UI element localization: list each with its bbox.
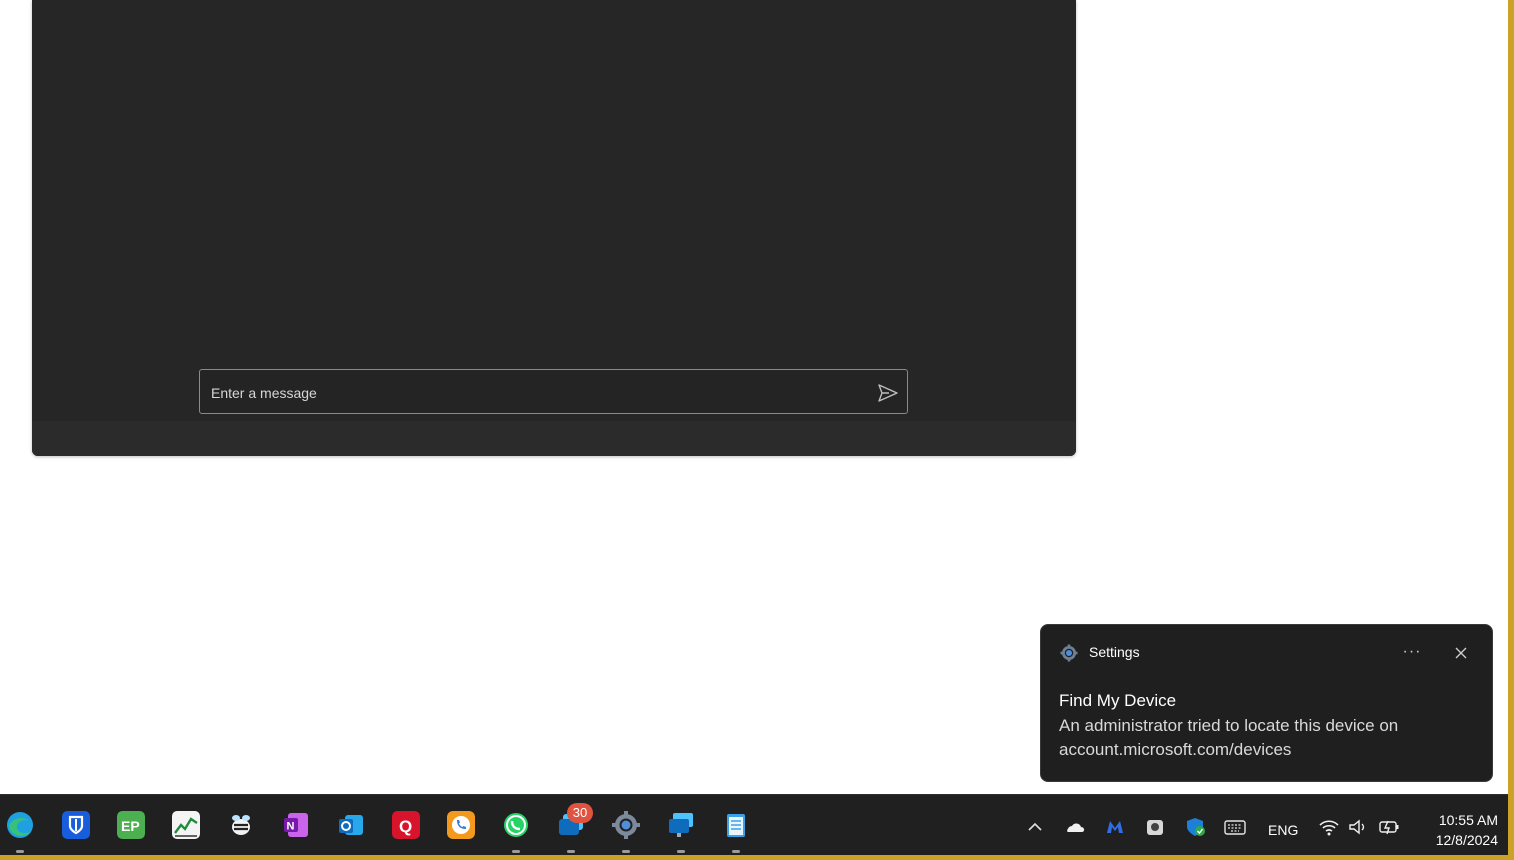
notification-title: Find My Device [1059, 691, 1177, 710]
show-hidden-icons-chevron-up-icon[interactable] [1024, 817, 1046, 837]
phone-icon [447, 811, 475, 839]
running-indicator [622, 850, 630, 853]
chat-message-area [32, 0, 1076, 421]
malwarebytes-icon[interactable] [1104, 817, 1126, 837]
taskbar-app-remote-desktop[interactable] [665, 809, 697, 853]
taskbar-app-notepad[interactable] [720, 809, 752, 853]
keyboard-icon[interactable] [1224, 817, 1246, 837]
windows-security-shield-icon[interactable] [1184, 817, 1206, 837]
taskbar-app-messages[interactable]: 30 [555, 803, 593, 853]
bitwarden-icon [62, 811, 90, 839]
running-indicator [567, 850, 575, 853]
clock[interactable]: 10:55 AM 12/8/2024 [1414, 810, 1498, 850]
svg-text:Q: Q [399, 817, 412, 836]
onenote-icon: N [284, 813, 308, 837]
taskbar-app-bee[interactable] [225, 809, 257, 841]
close-notification-button[interactable] [1445, 639, 1477, 667]
notification-app-name: Settings [1089, 644, 1140, 660]
send-button[interactable] [875, 380, 901, 406]
running-indicator [677, 850, 685, 853]
message-box[interactable] [199, 369, 908, 414]
whatsapp-icon [504, 813, 528, 837]
volume-icon[interactable] [1347, 817, 1369, 837]
svg-text:N: N [287, 821, 295, 833]
chat-footer [32, 421, 1076, 456]
taskbar-app-bitwarden[interactable] [60, 809, 92, 841]
taskbar-app-stock-chart[interactable] [170, 809, 202, 841]
svg-text:EP: EP [121, 818, 140, 834]
taskbar-app-q[interactable]: Q [390, 809, 422, 841]
q-app-icon: Q [392, 811, 420, 839]
outlook-icon [339, 815, 363, 835]
close-icon [1455, 647, 1467, 659]
clock-time: 10:55 AM [1438, 812, 1498, 828]
wifi-icon[interactable] [1318, 817, 1340, 837]
stock-chart-icon [172, 811, 200, 839]
notification-badge: 30 [567, 803, 593, 823]
window-border-right [1508, 0, 1514, 860]
taskbar-app-phone[interactable] [445, 809, 477, 841]
taskbar-app-edge[interactable] [4, 809, 36, 853]
taskbar-app-whatsapp[interactable] [500, 809, 532, 853]
language-indicator[interactable]: ENG [1268, 822, 1298, 838]
running-indicator [16, 850, 24, 853]
remote-desktop-icon [669, 813, 693, 837]
message-input[interactable] [209, 379, 853, 407]
taskbar-app-onenote[interactable]: N [280, 809, 312, 841]
edge-icon [7, 812, 33, 838]
window-border-bottom [0, 855, 1514, 860]
send-icon [878, 384, 898, 402]
running-indicator [732, 850, 740, 853]
taskbar: EP N Q 30 ENG 10:55 AM 12/8/2024 [0, 794, 1508, 855]
bee-icon [232, 815, 250, 835]
notepad-icon [727, 814, 745, 837]
app-tray-icon[interactable] [1144, 817, 1166, 837]
settings-gear-icon [612, 811, 640, 839]
notification-toast[interactable]: Settings ··· Find My Device An administr… [1040, 624, 1493, 782]
taskbar-app-settings[interactable] [610, 809, 642, 853]
running-indicator [512, 850, 520, 853]
clock-date: 12/8/2024 [1435, 832, 1498, 848]
chat-window [32, 0, 1076, 456]
more-options-button[interactable]: ··· [1396, 639, 1428, 667]
onedrive-cloud-icon[interactable] [1064, 817, 1086, 837]
notification-body: An administrator tried to locate this de… [1059, 716, 1399, 759]
ep-app-icon: EP [117, 811, 145, 839]
battery-charging-icon[interactable] [1378, 817, 1400, 837]
taskbar-app-outlook[interactable] [335, 809, 367, 841]
taskbar-app-ep[interactable]: EP [115, 809, 147, 841]
settings-gear-icon [1060, 644, 1078, 662]
